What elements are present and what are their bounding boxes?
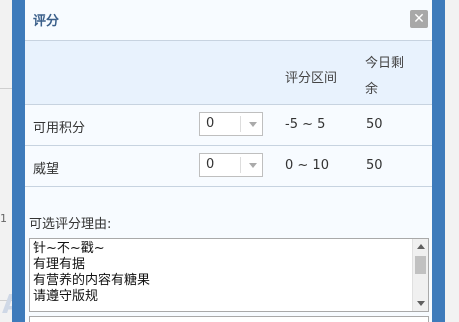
scroll-down-icon[interactable] [417, 301, 425, 306]
dialog-title: 评分 [33, 14, 60, 29]
row-range: 0 ~ 10 [285, 158, 329, 173]
select-divider [240, 116, 241, 132]
dialog-body: 评分 ✕ 评分区间 今日剩 余 可用积分 0 -5 ~ 5 50 威望 0 0 … [25, 0, 432, 322]
list-item[interactable]: 针~不~戳~ [30, 241, 412, 257]
list-item[interactable]: 请遵守版规 [30, 289, 412, 305]
select-divider [240, 157, 241, 173]
rating-dialog: 评分 ✕ 评分区间 今日剩 余 可用积分 0 -5 ~ 5 50 威望 0 0 … [12, 0, 445, 322]
chevron-down-icon [249, 163, 257, 168]
list-item[interactable]: 有理有据 [30, 257, 412, 273]
background-edge-text: 1 [0, 212, 7, 225]
table-header: 评分区间 今日剩 余 [25, 41, 432, 105]
score-select[interactable]: 0 [199, 112, 263, 136]
scroll-up-icon[interactable] [417, 244, 425, 249]
header-remaining: 今日剩 余 [365, 56, 405, 97]
rating-table: 评分区间 今日剩 余 可用积分 0 -5 ~ 5 50 威望 0 0 ~ 10 … [25, 41, 432, 187]
list-item[interactable]: 有营养的内容有糖果 [30, 273, 412, 289]
score-select[interactable]: 0 [199, 153, 263, 177]
header-range: 评分区间 [285, 71, 338, 86]
select-value: 0 [206, 116, 215, 131]
reason-label: 可选评分理由: [29, 217, 112, 232]
row-remaining: 50 [366, 158, 383, 173]
reason-textarea[interactable] [29, 316, 429, 322]
table-row: 威望 0 0 ~ 10 50 [25, 146, 432, 187]
close-icon[interactable]: ✕ [410, 10, 428, 28]
reason-listbox[interactable]: 针~不~戳~ 有理有据 有营养的内容有糖果 请遵守版规 [29, 238, 429, 312]
row-label: 可用积分 [33, 121, 86, 136]
background-line [0, 88, 12, 89]
select-value: 0 [206, 157, 215, 172]
reason-options: 针~不~戳~ 有理有据 有营养的内容有糖果 请遵守版规 [30, 241, 412, 305]
table-row: 可用积分 0 -5 ~ 5 50 [25, 105, 432, 146]
scroll-thumb[interactable] [415, 256, 426, 274]
dialog-titlebar: 评分 ✕ [25, 0, 432, 41]
chevron-down-icon [249, 122, 257, 127]
listbox-scrollbar[interactable] [412, 239, 428, 311]
row-range: -5 ~ 5 [285, 117, 326, 132]
row-label: 威望 [33, 162, 60, 177]
row-remaining: 50 [366, 117, 383, 132]
